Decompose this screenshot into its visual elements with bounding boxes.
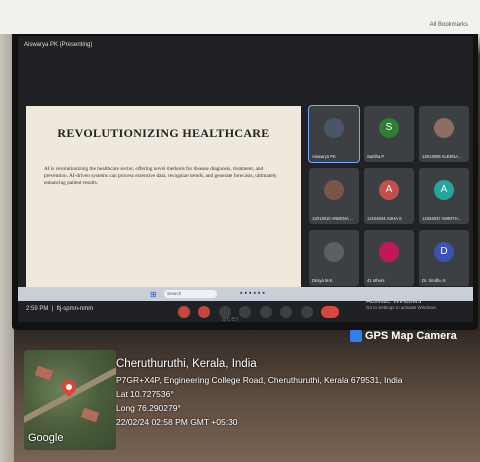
address: P7GR+X4P, Engineering College Road, Cher… — [116, 375, 403, 385]
leave-call-button[interactable] — [321, 305, 340, 318]
participant-tile[interactable]: Drisya M.K. — [309, 230, 359, 286]
place-name: Cheruthuruthi, Kerala, India — [116, 358, 257, 370]
meeting-code: ftj-spmn-nmm — [56, 306, 94, 312]
meeting-time-code: 2:59 PM | ftj-spmn-nmm — [26, 306, 94, 312]
windows-taskbar: ⊞ Search ▪▪▪▪▪▪ — [18, 287, 473, 301]
participant-tile[interactable]: D Dr. Sindhu S — [419, 230, 469, 286]
mic-off-button[interactable] — [178, 305, 190, 318]
avatar: A — [434, 180, 454, 200]
gps-app-title: GPS Map Camera — [350, 330, 457, 343]
bookmarks-label[interactable]: All Bookmarks — [430, 22, 468, 28]
camera-off-button[interactable] — [198, 305, 211, 318]
taskbar-app-icons[interactable]: ▪▪▪▪▪▪ — [240, 290, 267, 297]
participant-grid: Aiswarya PK S Saritha P 12014008 ALEENA … — [308, 105, 469, 296]
meeting-controls-bar: 2:59 PM | ftj-spmn-nmm Activate Windows … — [18, 298, 473, 322]
participant-tile[interactable]: S Saritha P — [364, 106, 414, 162]
participant-tile[interactable]: 41 others — [364, 230, 414, 286]
participant-name: Drisya M.K. — [312, 278, 334, 283]
datetime: 22/02/24 02:58 PM GMT +05:30 — [116, 417, 238, 427]
windows-start-icon[interactable]: ⊞ — [150, 290, 157, 299]
participant-tile[interactable]: 12014010 ANEENA ... — [309, 168, 359, 224]
participant-name: Saritha P — [367, 154, 385, 159]
participant-name: Dr. Sindhu S — [422, 278, 446, 283]
map-building — [80, 407, 100, 423]
avatar: D — [434, 242, 454, 262]
meeting-time: 2:59 PM — [26, 306, 49, 312]
avatar: S — [379, 118, 399, 138]
monitor-brand-logo: acer — [222, 316, 240, 323]
participant-name: Aiswarya PK — [312, 154, 336, 159]
avatar — [434, 118, 454, 138]
participant-name: 41 others — [367, 278, 385, 283]
slide-title: REVOLUTIONIZING HEALTHCARE — [57, 126, 270, 140]
gps-app-name: GPS Map Camera — [365, 330, 457, 342]
map-thumbnail: Google — [24, 350, 116, 450]
camera-icon — [350, 330, 362, 343]
participant-name: 12334037 AMRITH... — [422, 216, 462, 221]
meeting-screen: Aiswarya PK (Presenting) REVOLUTIONIZING… — [18, 36, 473, 322]
taskbar-search[interactable]: Search — [164, 290, 217, 298]
participant-name: 12014008 ALEENA ... — [422, 154, 463, 159]
browser-top-strip: All Bookmarks — [0, 0, 480, 34]
avatar — [324, 180, 344, 200]
emoji-button[interactable] — [239, 305, 252, 318]
raise-hand-button[interactable] — [280, 305, 293, 318]
map-building — [34, 365, 54, 381]
location-details: Cheruthuruthi, Kerala, India P7GR+X4P, E… — [116, 358, 402, 429]
participant-tile[interactable]: A 12334037 AMRITH... — [419, 168, 469, 224]
more-options-button[interactable] — [300, 305, 313, 318]
call-controls — [178, 303, 343, 318]
map-provider-label: Google — [28, 432, 64, 444]
slide-body: AI is revolutionizing the healthcare sec… — [44, 166, 277, 186]
avatar — [379, 242, 399, 262]
latitude: Lat 10.727536° — [116, 389, 174, 399]
participant-tile[interactable]: A 12104044 ASHA S — [364, 168, 414, 224]
gps-overlay: GPS Map Camera Google Cheruthuruthi, Ker… — [16, 330, 478, 458]
participant-name: 12014010 ANEENA ... — [312, 216, 354, 221]
participant-tile[interactable]: Aiswarya PK — [308, 105, 360, 163]
activate-subtitle: Go to Settings to activate Windows. — [366, 305, 438, 310]
participant-name: 12104044 ASHA S — [367, 216, 402, 221]
avatar: A — [379, 180, 399, 200]
presentation-slide: REVOLUTIONIZING HEALTHCARE AI is revolut… — [26, 106, 301, 296]
avatar — [324, 118, 344, 138]
participant-tile[interactable]: 12014008 ALEENA ... — [419, 106, 469, 162]
present-button[interactable] — [259, 305, 272, 318]
avatar — [324, 242, 344, 262]
presenter-label: Aiswarya PK (Presenting) — [24, 42, 93, 48]
longitude: Long 76.290279° — [116, 403, 181, 413]
